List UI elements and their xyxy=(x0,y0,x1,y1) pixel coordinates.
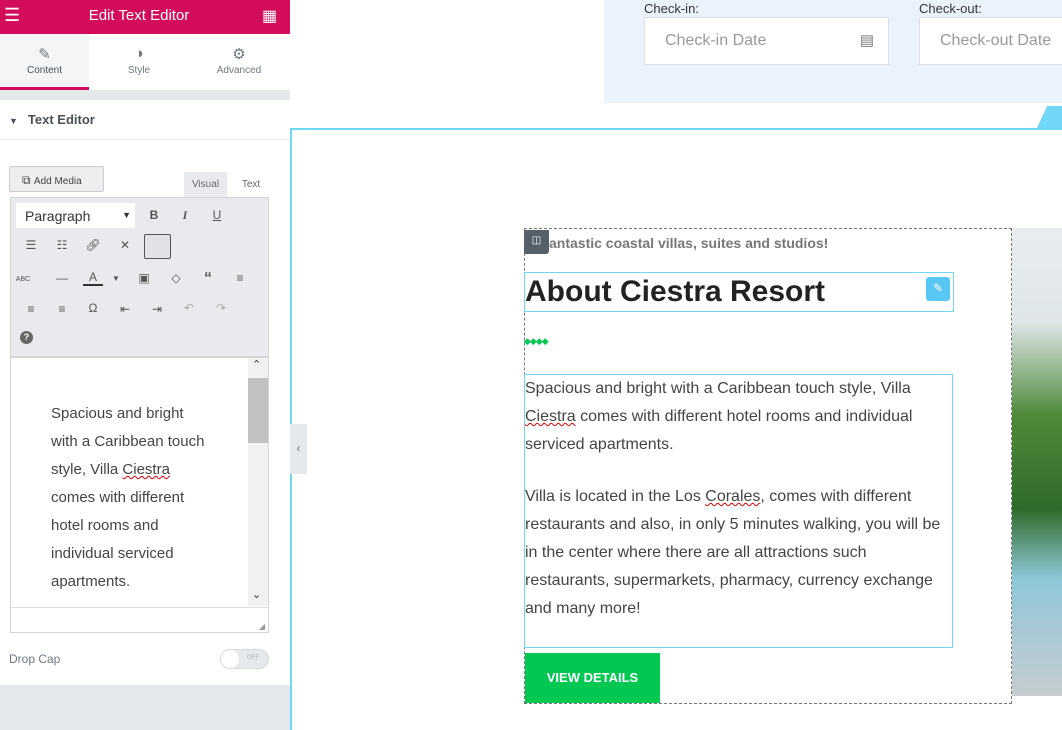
calendar-icon[interactable]: ▤ xyxy=(860,31,874,49)
editor-text: comes with different hotel rooms and ind… xyxy=(51,489,185,590)
tab-label: Advanced xyxy=(216,65,262,76)
panel-footer xyxy=(0,685,290,730)
collapse-panel-button[interactable]: ‹ xyxy=(290,424,307,474)
scroll-down-icon[interactable]: ⌄ xyxy=(252,588,261,601)
tab-content[interactable]: ✎ Content xyxy=(0,34,89,90)
checkout-date-input[interactable]: Check-out Date xyxy=(919,17,1062,65)
booking-form: Check-in: Check-out: Check-in Date ▤ Chec… xyxy=(604,0,1062,103)
bold-icon[interactable]: B xyxy=(144,208,164,222)
panel-tabs: ✎ Content ◑ Style ⚙ Advanced xyxy=(0,34,290,90)
toggle-knob xyxy=(221,650,239,668)
editor-scrollbar[interactable]: ⌃ ⌄ xyxy=(248,358,268,606)
resort-image xyxy=(1012,228,1062,696)
drop-cap-toggle[interactable]: OFF xyxy=(220,649,269,669)
pencil-icon: ✎ xyxy=(38,46,51,63)
divider-dots-icon: ◆◆◆◆ xyxy=(524,336,549,346)
text-color-dropdown-icon[interactable]: ▼ xyxy=(106,274,126,283)
panel-header: ☰ Edit Text Editor ▦ xyxy=(0,0,290,34)
clear-format-icon[interactable]: ◇ xyxy=(166,271,186,285)
misspelled-word: Ciestra xyxy=(122,461,170,478)
divider xyxy=(11,607,268,608)
editor-toolbar: Paragraph ▼ B I U ☰ ☷ 🔗︎ ✕ ABC — A ▼ ▣ ◇ … xyxy=(10,197,269,357)
checkin-label: Check-in: xyxy=(644,1,699,16)
grid-apps-icon[interactable]: ▦ xyxy=(262,6,277,26)
paste-text-icon[interactable]: ▣ xyxy=(134,271,154,285)
media-icon: ⧉ xyxy=(22,173,34,187)
text: , comes with different restaurants and a… xyxy=(525,488,941,617)
view-details-button[interactable]: VIEW DETAILS xyxy=(525,653,660,703)
editor-panel: ☰ Edit Text Editor ▦ ✎ Content ◑ Style ⚙ Ad… xyxy=(0,0,290,730)
misspelled-word: Ciestra xyxy=(525,408,576,425)
strikethrough-icon[interactable]: ABC xyxy=(13,276,33,283)
editor-canvas: ◫ antastic coastal villas, suites and st… xyxy=(290,128,1062,730)
chevron-down-icon: ▼ xyxy=(122,210,131,220)
heading: About Ciestra Resort xyxy=(525,275,826,308)
blockquote-icon[interactable]: “ xyxy=(198,270,218,288)
indent-icon[interactable]: ⇥ xyxy=(147,302,167,316)
numbered-list-icon[interactable]: ☷ xyxy=(52,238,72,252)
section-title: Text Editor xyxy=(27,112,95,127)
caret-down-icon: ▼ xyxy=(9,116,18,126)
editor-textarea[interactable]: Spacious and bright with a Caribbean tou… xyxy=(10,357,269,633)
text: comes with different hotel rooms and ind… xyxy=(525,408,913,453)
column-handle-icon[interactable]: ◫ xyxy=(524,230,549,254)
bullet-list-icon[interactable]: ☰ xyxy=(21,238,41,252)
checkout-label: Check-out: xyxy=(919,1,982,16)
text: Spacious and bright with a Caribbean tou… xyxy=(525,380,911,397)
visual-tab[interactable]: Visual xyxy=(184,172,227,198)
subtitle: antastic coastal villas, suites and stud… xyxy=(549,235,829,251)
text-editor-widget[interactable]: Spacious and bright with a Caribbean tou… xyxy=(524,374,953,648)
special-character-icon[interactable]: Ω xyxy=(83,301,103,315)
contrast-icon: ◑ xyxy=(134,45,144,62)
undo-icon[interactable]: ↶ xyxy=(179,301,199,315)
heading-widget[interactable]: About Ciestra Resort ✎ xyxy=(524,272,954,312)
format-select[interactable]: Paragraph ▼ xyxy=(16,203,135,228)
paragraph-2: Villa is located in the Los Corales, com… xyxy=(525,483,952,623)
align-left-icon[interactable]: ≡ xyxy=(230,271,250,285)
horizontal-line-icon[interactable]: — xyxy=(52,271,72,285)
gear-icon: ⚙ xyxy=(232,46,246,63)
edit-pencil-icon[interactable]: ✎ xyxy=(926,277,950,301)
align-right-icon[interactable]: ≡ xyxy=(52,302,72,316)
scrollbar-thumb[interactable] xyxy=(248,378,268,443)
italic-icon[interactable]: I xyxy=(175,208,195,223)
text-color-icon[interactable]: A xyxy=(83,270,103,286)
checkout-placeholder: Check-out Date xyxy=(940,32,1052,49)
tab-label: Content xyxy=(26,65,63,76)
tab-advanced[interactable]: ⚙ Advanced xyxy=(191,34,287,90)
editor-content[interactable]: Spacious and bright with a Caribbean tou… xyxy=(51,400,211,596)
drop-cap-label: Drop Cap xyxy=(9,652,61,666)
toolbar-toggle-icon[interactable] xyxy=(144,234,171,259)
tab-label: Style xyxy=(127,65,151,76)
link-icon[interactable]: 🔗︎ xyxy=(83,238,103,252)
resize-handle-icon[interactable]: ◢ xyxy=(259,622,265,631)
add-media-button[interactable]: ⧉ Add Media xyxy=(9,166,104,192)
scroll-up-icon[interactable]: ⌃ xyxy=(252,358,261,371)
text-tab[interactable]: Text xyxy=(231,172,271,198)
tab-style[interactable]: ◑ Style xyxy=(91,34,187,90)
section-header[interactable]: ▼ Text Editor xyxy=(0,100,290,140)
outdent-icon[interactable]: ⇤ xyxy=(115,302,135,316)
checkin-date-input[interactable]: Check-in Date ▤ xyxy=(644,17,889,65)
toggle-state: OFF xyxy=(247,655,259,661)
underline-icon[interactable]: U xyxy=(207,208,227,222)
add-media-label: Add Media xyxy=(33,176,82,187)
format-select-value: Paragraph xyxy=(25,208,91,224)
fullscreen-icon[interactable]: ✕ xyxy=(115,238,135,252)
section-handle[interactable] xyxy=(1036,106,1062,128)
panel-title: Edit Text Editor xyxy=(88,7,190,24)
checkin-placeholder: Check-in Date xyxy=(665,32,767,49)
redo-icon[interactable]: ↷ xyxy=(211,301,231,315)
text: Villa is located in the Los xyxy=(525,488,706,505)
misspelled-word: Corales xyxy=(705,488,761,505)
help-icon[interactable]: ? xyxy=(20,331,33,344)
paragraph-1: Spacious and bright with a Caribbean tou… xyxy=(525,375,952,459)
align-center-icon[interactable]: ≡ xyxy=(21,302,41,316)
